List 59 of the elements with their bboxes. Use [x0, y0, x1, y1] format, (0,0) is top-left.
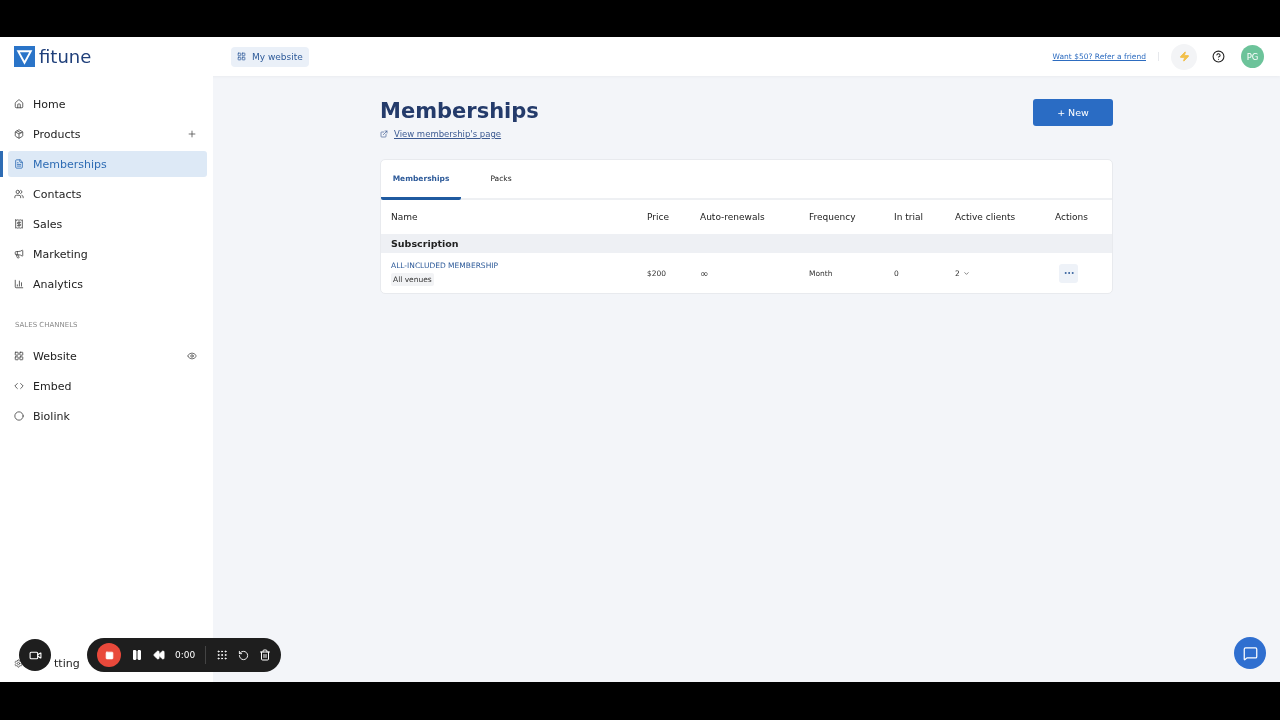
column-header: Name [390, 211, 419, 224]
settings-icon [14, 659, 23, 668]
sidebar-item[interactable]: Contacts [8, 181, 207, 207]
group-header: Subscription [381, 234, 1112, 253]
view-page-link[interactable]: View membership's page [380, 129, 539, 139]
logo-text: fitune [39, 46, 92, 67]
column-header: Price [646, 211, 670, 224]
stop-icon [104, 650, 114, 660]
column-header: Frequency [808, 211, 857, 224]
sidebar-item[interactable]: Biolink [8, 403, 207, 429]
eye-icon[interactable] [187, 351, 197, 361]
logo-icon [14, 46, 35, 67]
pause-button[interactable] [131, 649, 143, 661]
sidebar-item[interactable]: Products [8, 121, 207, 147]
grid-icon [237, 52, 246, 61]
column-header: Active clients [954, 211, 1017, 224]
trash-icon [259, 649, 272, 661]
plus-icon[interactable] [187, 129, 197, 139]
column-header: In trial [893, 211, 924, 224]
help-icon [1211, 50, 1225, 63]
chevron-down-icon [962, 269, 970, 277]
table-cell: ∞ [700, 267, 709, 279]
stop-button[interactable] [97, 643, 121, 667]
restart-icon [238, 649, 250, 661]
sidebar-item[interactable]: Home [8, 91, 207, 117]
box-icon [14, 129, 24, 139]
rewind-icon [153, 649, 165, 661]
code-icon [14, 381, 24, 391]
circle-icon [14, 411, 24, 421]
column-header: Actions [1054, 211, 1089, 224]
lightning-icon [1178, 51, 1190, 62]
sidebar-item[interactable]: Marketing [8, 241, 207, 267]
selection-indicator [0, 151, 3, 177]
sidebar-item[interactable]: Analytics [8, 271, 207, 297]
receipt-icon [14, 219, 24, 229]
document-icon [14, 159, 24, 169]
delete-button[interactable] [259, 649, 272, 661]
recording-time: 0:00 [175, 650, 196, 660]
column-header: Auto-renewals [699, 211, 766, 224]
rewind-button[interactable] [153, 649, 165, 661]
new-button[interactable]: + New [1033, 99, 1113, 126]
sidebar-item[interactable]: tting [54, 656, 80, 670]
dots-grid-icon [216, 649, 229, 661]
sidebar-item[interactable]: Website [8, 343, 207, 369]
grid-icon [14, 351, 24, 361]
my-website-button[interactable]: My website [231, 46, 309, 67]
sidebar-item[interactable]: Embed [8, 373, 207, 399]
house-icon [14, 99, 24, 109]
grid-button[interactable] [216, 649, 229, 661]
bar-chart-icon [14, 279, 24, 289]
chat-button[interactable] [1234, 637, 1266, 669]
external-link-icon [380, 130, 388, 138]
pause-icon [131, 649, 143, 661]
chat-icon [1242, 645, 1258, 661]
megaphone-icon [14, 249, 24, 259]
page-title: Memberships [380, 99, 539, 123]
sidebar-item[interactable]: Sales [8, 211, 207, 237]
restart-button[interactable] [238, 649, 250, 661]
people-icon [14, 189, 24, 199]
